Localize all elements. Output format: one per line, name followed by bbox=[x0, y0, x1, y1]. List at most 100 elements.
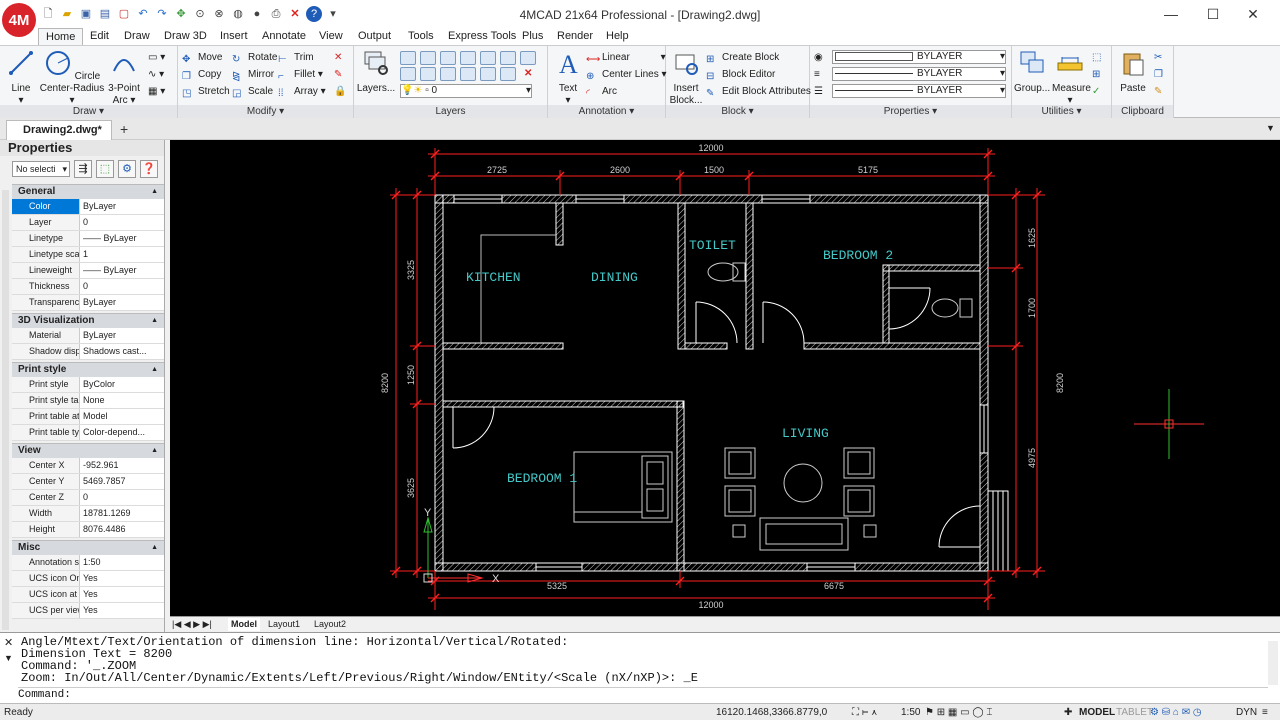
command-close-icon[interactable]: ✕ bbox=[4, 636, 13, 649]
move-button[interactable]: ✥ Move bbox=[182, 50, 222, 66]
rectangle-icon[interactable]: ▭ ▾ bbox=[148, 50, 165, 66]
property-row[interactable]: Center Z0 bbox=[12, 490, 164, 506]
status-dyn[interactable]: DYN bbox=[1236, 706, 1257, 719]
property-value[interactable]: Yes bbox=[80, 571, 164, 586]
select-objects-icon[interactable]: ⬚ bbox=[96, 160, 114, 178]
property-row[interactable]: Material ByLayer bbox=[12, 328, 164, 344]
saveas-icon[interactable]: ▤ bbox=[97, 6, 113, 22]
property-value[interactable]: 8076.4486 bbox=[80, 522, 164, 537]
group-button[interactable]: Group... bbox=[1014, 49, 1050, 95]
mirror-button[interactable]: ⧎ Mirror bbox=[232, 67, 274, 83]
help-icon[interactable]: ? bbox=[306, 6, 322, 22]
property-row[interactable]: Color ByLayer bbox=[12, 199, 164, 215]
property-row[interactable]: Print style ByColor bbox=[12, 377, 164, 393]
toggle-pickadd-icon[interactable]: ⇶ bbox=[74, 160, 92, 178]
tab-plus[interactable]: Plus bbox=[522, 28, 543, 45]
status-annotation-scale[interactable]: 1:50 bbox=[901, 706, 920, 719]
command-scrollbar[interactable] bbox=[1268, 641, 1278, 685]
property-value[interactable]: ByColor bbox=[80, 377, 164, 392]
tab-layout1[interactable]: Layout1 bbox=[268, 618, 300, 631]
print-icon[interactable]: ⎙ bbox=[268, 6, 284, 22]
layers-button[interactable]: Layers... bbox=[356, 49, 396, 95]
property-value[interactable]: Shadows cast... bbox=[80, 344, 164, 359]
color-wheel-icon[interactable]: ◉ bbox=[814, 50, 823, 66]
layer-tool-11-icon[interactable] bbox=[460, 67, 476, 81]
property-value[interactable]: 5469.7857 bbox=[80, 474, 164, 489]
layer-tool-1-icon[interactable] bbox=[400, 51, 416, 65]
lineweight-dropdown[interactable]: BYLAYER ▾ bbox=[832, 84, 1006, 98]
properties-scrollbar[interactable] bbox=[2, 190, 9, 630]
close-window-button[interactable]: ✕ bbox=[1238, 4, 1268, 24]
status-settings-icons[interactable]: ⚙ ⛁ ⌂ ✉ ◷ bbox=[1150, 706, 1202, 719]
redo-icon[interactable]: ↷ bbox=[154, 6, 170, 22]
arc-dim-button[interactable]: ◜ Arc bbox=[586, 84, 617, 100]
utilities-panel-label[interactable]: Utilities ▾ bbox=[1012, 105, 1111, 119]
circle-icon[interactable]: ⊗ bbox=[211, 6, 227, 22]
maximize-button[interactable]: ☐ bbox=[1198, 4, 1228, 24]
property-row[interactable]: Width 18781.1269 bbox=[12, 506, 164, 522]
property-value[interactable]: 0 bbox=[80, 490, 164, 505]
property-row[interactable]: Print table att...Model bbox=[12, 409, 164, 425]
property-value[interactable]: —— ByLayer bbox=[80, 231, 164, 246]
property-row[interactable]: Center X -952.961 bbox=[12, 458, 164, 474]
property-row[interactable]: Layer 0 bbox=[12, 215, 164, 231]
draw-panel-label[interactable]: Draw ▾ bbox=[0, 105, 177, 119]
status-snap-icons[interactable]: ⚑ ⊞ ▦ ▭ ◯ ⌶ bbox=[925, 706, 992, 719]
tab-menu-icon[interactable]: ▼ bbox=[1266, 123, 1275, 133]
property-row[interactable]: Linetype —— ByLayer bbox=[12, 231, 164, 247]
property-row[interactable]: UCS icon at o...Yes bbox=[12, 587, 164, 603]
arc-button[interactable]: 3-Point Arc ▾ bbox=[106, 49, 142, 107]
scale-button[interactable]: ◲ Scale bbox=[232, 84, 273, 100]
tab-draw[interactable]: Draw bbox=[124, 28, 150, 45]
cut-icon[interactable]: ✂ bbox=[1154, 50, 1162, 66]
doc-tab-drawing2[interactable]: Drawing2.dwg* bbox=[6, 120, 112, 140]
zoom-icon[interactable]: ⊙ bbox=[192, 6, 208, 22]
erase-icon[interactable]: ✕ bbox=[334, 50, 342, 66]
minimize-button[interactable]: — bbox=[1156, 4, 1186, 24]
layer-tool-8-icon[interactable] bbox=[400, 67, 416, 81]
layer-tool-5-icon[interactable] bbox=[480, 51, 496, 65]
layer-tool-9-icon[interactable] bbox=[420, 67, 436, 81]
curve-icon[interactable]: ∿ ▾ bbox=[148, 67, 164, 83]
trim-button[interactable]: ⊢ Trim bbox=[278, 50, 314, 66]
property-value[interactable]: —— ByLayer bbox=[80, 263, 164, 278]
paste-button[interactable]: Paste bbox=[1116, 49, 1150, 95]
property-value[interactable]: -952.961 bbox=[80, 458, 164, 473]
property-value[interactable]: Yes bbox=[80, 603, 164, 618]
property-value[interactable]: 0 bbox=[80, 279, 164, 294]
tab-layout2[interactable]: Layout2 bbox=[314, 618, 346, 631]
close-icon[interactable]: ✕ bbox=[287, 6, 303, 22]
annotation-panel-label[interactable]: Annotation ▾ bbox=[548, 105, 665, 119]
section-general[interactable]: General bbox=[12, 184, 164, 199]
dropdown-icon[interactable]: ▾ bbox=[325, 6, 341, 22]
status-model[interactable]: MODEL bbox=[1079, 706, 1115, 719]
measure-button[interactable]: Measure ▾ bbox=[1052, 49, 1091, 107]
layer-tool-12-icon[interactable] bbox=[480, 67, 496, 81]
layer-tool-10-icon[interactable] bbox=[440, 67, 456, 81]
block-editor-button[interactable]: ⊟ Block Editor bbox=[706, 67, 775, 83]
match-properties-icon[interactable]: ✎ bbox=[1154, 84, 1162, 100]
color-dropdown[interactable]: BYLAYER ▾ bbox=[832, 50, 1006, 64]
property-row[interactable]: Annotation sc...1:50 bbox=[12, 555, 164, 571]
tab-help[interactable]: Help bbox=[606, 28, 629, 45]
close-doc-icon[interactable]: ▢ bbox=[116, 6, 132, 22]
property-row[interactable]: Lineweight —— ByLayer bbox=[12, 263, 164, 279]
property-value[interactable]: 1 bbox=[80, 247, 164, 262]
layer-tool-2-icon[interactable] bbox=[420, 51, 436, 65]
layer-tool-6-icon[interactable] bbox=[500, 51, 516, 65]
property-row[interactable]: Print table typeColor-depend... bbox=[12, 425, 164, 441]
fillet-button[interactable]: ⌐ Fillet ▾ bbox=[278, 67, 323, 83]
hatch-icon[interactable]: ▦ ▾ bbox=[148, 84, 165, 100]
property-value[interactable]: 1:50 bbox=[80, 555, 164, 570]
property-value[interactable]: None bbox=[80, 393, 164, 408]
text-button[interactable]: A Text ▾ bbox=[552, 49, 584, 107]
tab-view[interactable]: View bbox=[319, 28, 343, 45]
center-lines-button[interactable]: ⊕ Center Lines ▾ bbox=[586, 67, 667, 83]
save-icon[interactable]: ▣ bbox=[78, 6, 94, 22]
app-logo[interactable]: 4M bbox=[2, 3, 36, 37]
section-view[interactable]: View bbox=[12, 443, 164, 458]
tab-express-tools[interactable]: Express Tools bbox=[448, 28, 516, 45]
properties-panel-label[interactable]: Properties ▾ bbox=[810, 105, 1011, 119]
tab-model[interactable]: Model bbox=[228, 618, 260, 631]
tab-annotate[interactable]: Annotate bbox=[262, 28, 306, 45]
